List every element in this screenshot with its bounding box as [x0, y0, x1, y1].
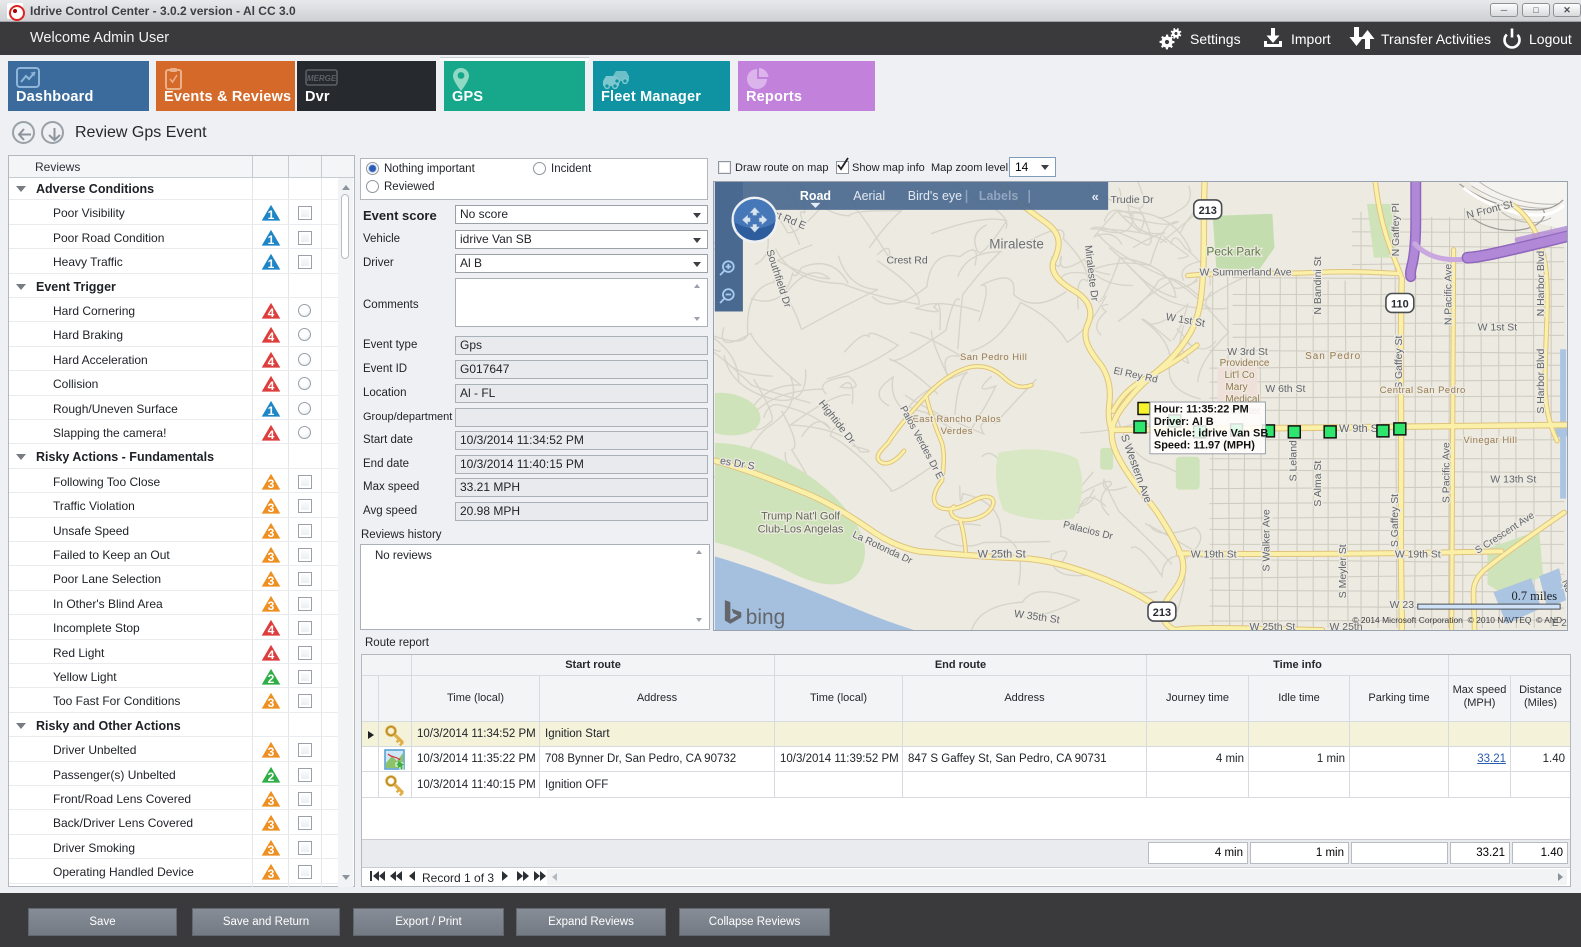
svg-text:3: 3	[268, 697, 275, 711]
svg-text:4: 4	[268, 428, 275, 442]
svg-text:Speed: 11.97 (MPH): Speed: 11.97 (MPH)	[1154, 439, 1255, 451]
svg-text:W 3rd St: W 3rd St	[1227, 347, 1268, 358]
svg-text:W 23: W 23	[1390, 600, 1415, 611]
svg-text:3: 3	[268, 501, 275, 515]
svg-text:Driver: Al B: Driver: Al B	[1154, 416, 1214, 428]
svg-text:San Pedro Hill: San Pedro Hill	[960, 352, 1027, 363]
svg-text:Vehicle: idrive Van SB: Vehicle: idrive Van SB	[1154, 427, 1268, 439]
svg-text:4: 4	[268, 623, 275, 637]
svg-text:W 9th St: W 9th St	[1339, 423, 1381, 435]
svg-text:Trudie Dr: Trudie Dr	[1110, 195, 1154, 206]
svg-text:Vinegar Hill: Vinegar Hill	[1463, 435, 1517, 446]
svg-text:3: 3	[268, 599, 275, 613]
svg-text:3: 3	[268, 550, 275, 564]
svg-text:S Alma St: S Alma St	[1313, 461, 1324, 507]
svg-text:Labels: Labels	[979, 189, 1018, 203]
svg-text:S Leland: S Leland	[1288, 440, 1299, 481]
svg-text:W 19th St: W 19th St	[1395, 549, 1441, 560]
svg-text:N Pacific Ave: N Pacific Ave	[1444, 264, 1455, 325]
svg-text:3: 3	[268, 867, 275, 881]
svg-text:2: 2	[268, 770, 275, 784]
svg-text:1: 1	[268, 257, 275, 271]
svg-text:N Bandini St: N Bandini St	[1313, 256, 1324, 314]
svg-text:S Harbor Blvd: S Harbor Blvd	[1536, 348, 1547, 413]
svg-text:3: 3	[268, 843, 275, 857]
svg-text:«: «	[1092, 189, 1099, 204]
svg-text:Aerial: Aerial	[853, 189, 885, 203]
svg-text:Crest Rd: Crest Rd	[886, 256, 927, 267]
svg-text:Verdes: Verdes	[941, 426, 973, 437]
svg-text:S Walker Ave: S Walker Ave	[1261, 509, 1272, 571]
svg-text:S Gaffey St: S Gaffey St	[1394, 336, 1405, 389]
svg-text:Road: Road	[800, 189, 831, 203]
svg-text:MERGE: MERGE	[307, 74, 337, 83]
svg-text:W 13th St: W 13th St	[1490, 475, 1536, 486]
svg-text:Bird's eye: Bird's eye	[908, 189, 962, 203]
svg-text:2: 2	[268, 672, 275, 686]
svg-text:S Gaffey St: S Gaffey St	[1390, 494, 1401, 547]
svg-text:Club-Los Angelas: Club-Los Angelas	[758, 523, 844, 535]
svg-text:N Harbor Blvd: N Harbor Blvd	[1536, 251, 1547, 317]
svg-text:213: 213	[1199, 205, 1217, 217]
svg-text:4: 4	[268, 355, 275, 369]
svg-text:© 2014 Microsoft Corporation: © 2014 Microsoft Corporation © 2010 NAVT…	[1352, 615, 1562, 625]
svg-text:bing: bing	[746, 606, 786, 629]
svg-text:S Pacific Ave: S Pacific Ave	[1442, 442, 1453, 503]
svg-text:East Rancho Palos: East Rancho Palos	[912, 414, 1001, 425]
svg-text:1: 1	[268, 233, 275, 247]
svg-text:W Summerland Ave: W Summerland Ave	[1200, 268, 1292, 279]
svg-text:S Meyler St: S Meyler St	[1338, 544, 1349, 598]
svg-text:W 1st St: W 1st St	[1478, 322, 1518, 333]
svg-text:Hour: 11:35:22 PM: Hour: 11:35:22 PM	[1154, 403, 1249, 415]
svg-text:3: 3	[268, 575, 275, 589]
svg-text:4: 4	[268, 648, 275, 662]
svg-text:Providence: Providence	[1220, 358, 1270, 369]
svg-text:0.7 miles: 0.7 miles	[1512, 589, 1558, 603]
svg-text:W 25th St: W 25th St	[978, 548, 1026, 560]
svg-text:3: 3	[268, 526, 275, 540]
svg-text:3: 3	[268, 794, 275, 808]
svg-text:Mary: Mary	[1226, 382, 1248, 393]
svg-text:3: 3	[268, 819, 275, 833]
svg-text:San Pedro: San Pedro	[1305, 351, 1361, 362]
svg-text:3: 3	[268, 745, 275, 759]
svg-text:110: 110	[1391, 298, 1409, 310]
svg-text:N Gaffey Pl: N Gaffey Pl	[1391, 203, 1402, 256]
svg-text:Peck Park: Peck Park	[1206, 245, 1260, 259]
svg-text:Miraleste: Miraleste	[989, 237, 1044, 252]
svg-text:W 6th St: W 6th St	[1265, 384, 1305, 395]
svg-text:3: 3	[268, 477, 275, 491]
svg-text:W 19th St: W 19th St	[1191, 549, 1237, 560]
svg-text:4: 4	[268, 306, 275, 320]
svg-text:Lit'l Co: Lit'l Co	[1225, 370, 1256, 381]
svg-text:213: 213	[1153, 607, 1171, 619]
svg-text:4: 4	[268, 379, 275, 393]
svg-text:Central San Pedro: Central San Pedro	[1380, 385, 1466, 396]
svg-text:1: 1	[268, 404, 275, 418]
svg-text:W 25th St: W 25th St	[1249, 622, 1295, 631]
svg-text:Trump Nat'l Golf: Trump Nat'l Golf	[761, 510, 841, 522]
svg-text:4: 4	[268, 331, 275, 345]
svg-text:1: 1	[268, 209, 275, 223]
